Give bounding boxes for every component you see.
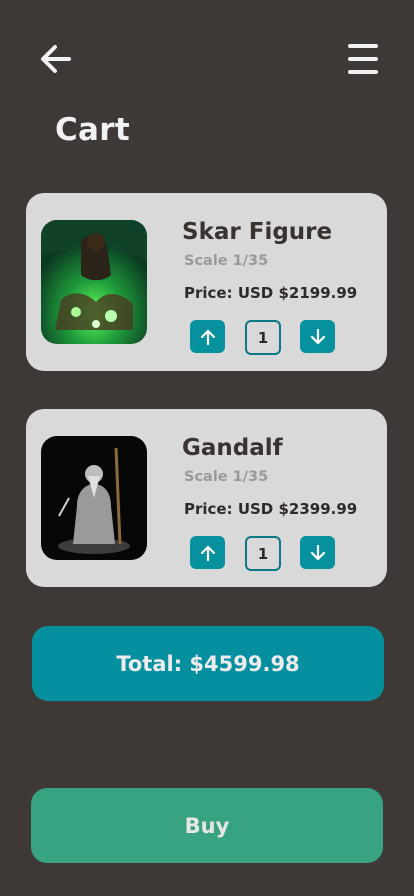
cart-item-card: Gandalf Scale 1/35 Price: USD $2399.99 1 [26,409,387,587]
item-scale: Scale 1/35 [184,469,269,485]
back-button[interactable] [38,42,74,76]
arrow-down-icon [310,328,325,344]
cart-item-card: Skar Figure Scale 1/35 Price: USD $2199.… [26,193,387,371]
skar-figure-image[interactable] [41,220,147,344]
decrease-quantity-button[interactable] [300,536,335,569]
page-title: Cart [55,112,130,148]
item-name: Skar Figure [182,219,333,245]
arrow-up-icon [200,329,215,345]
gandalf-figure-image[interactable] [41,436,147,560]
decrease-quantity-button[interactable] [300,320,335,353]
arrow-left-icon [41,45,71,73]
increase-quantity-button[interactable] [190,536,225,569]
buy-button[interactable]: Buy [31,788,383,863]
hamburger-menu-icon [348,44,378,74]
arrow-down-icon [310,544,325,560]
item-price: Price: USD $2399.99 [184,500,358,518]
increase-quantity-button[interactable] [190,320,225,353]
quantity-field[interactable]: 1 [245,536,281,571]
total-price: Total: $4599.98 [32,626,384,701]
top-bar [0,0,414,110]
arrow-up-icon [200,545,215,561]
menu-button[interactable] [347,42,379,76]
quantity-field[interactable]: 1 [245,320,281,355]
item-price: Price: USD $2199.99 [184,284,358,302]
item-name: Gandalf [182,435,283,461]
item-scale: Scale 1/35 [184,253,269,269]
